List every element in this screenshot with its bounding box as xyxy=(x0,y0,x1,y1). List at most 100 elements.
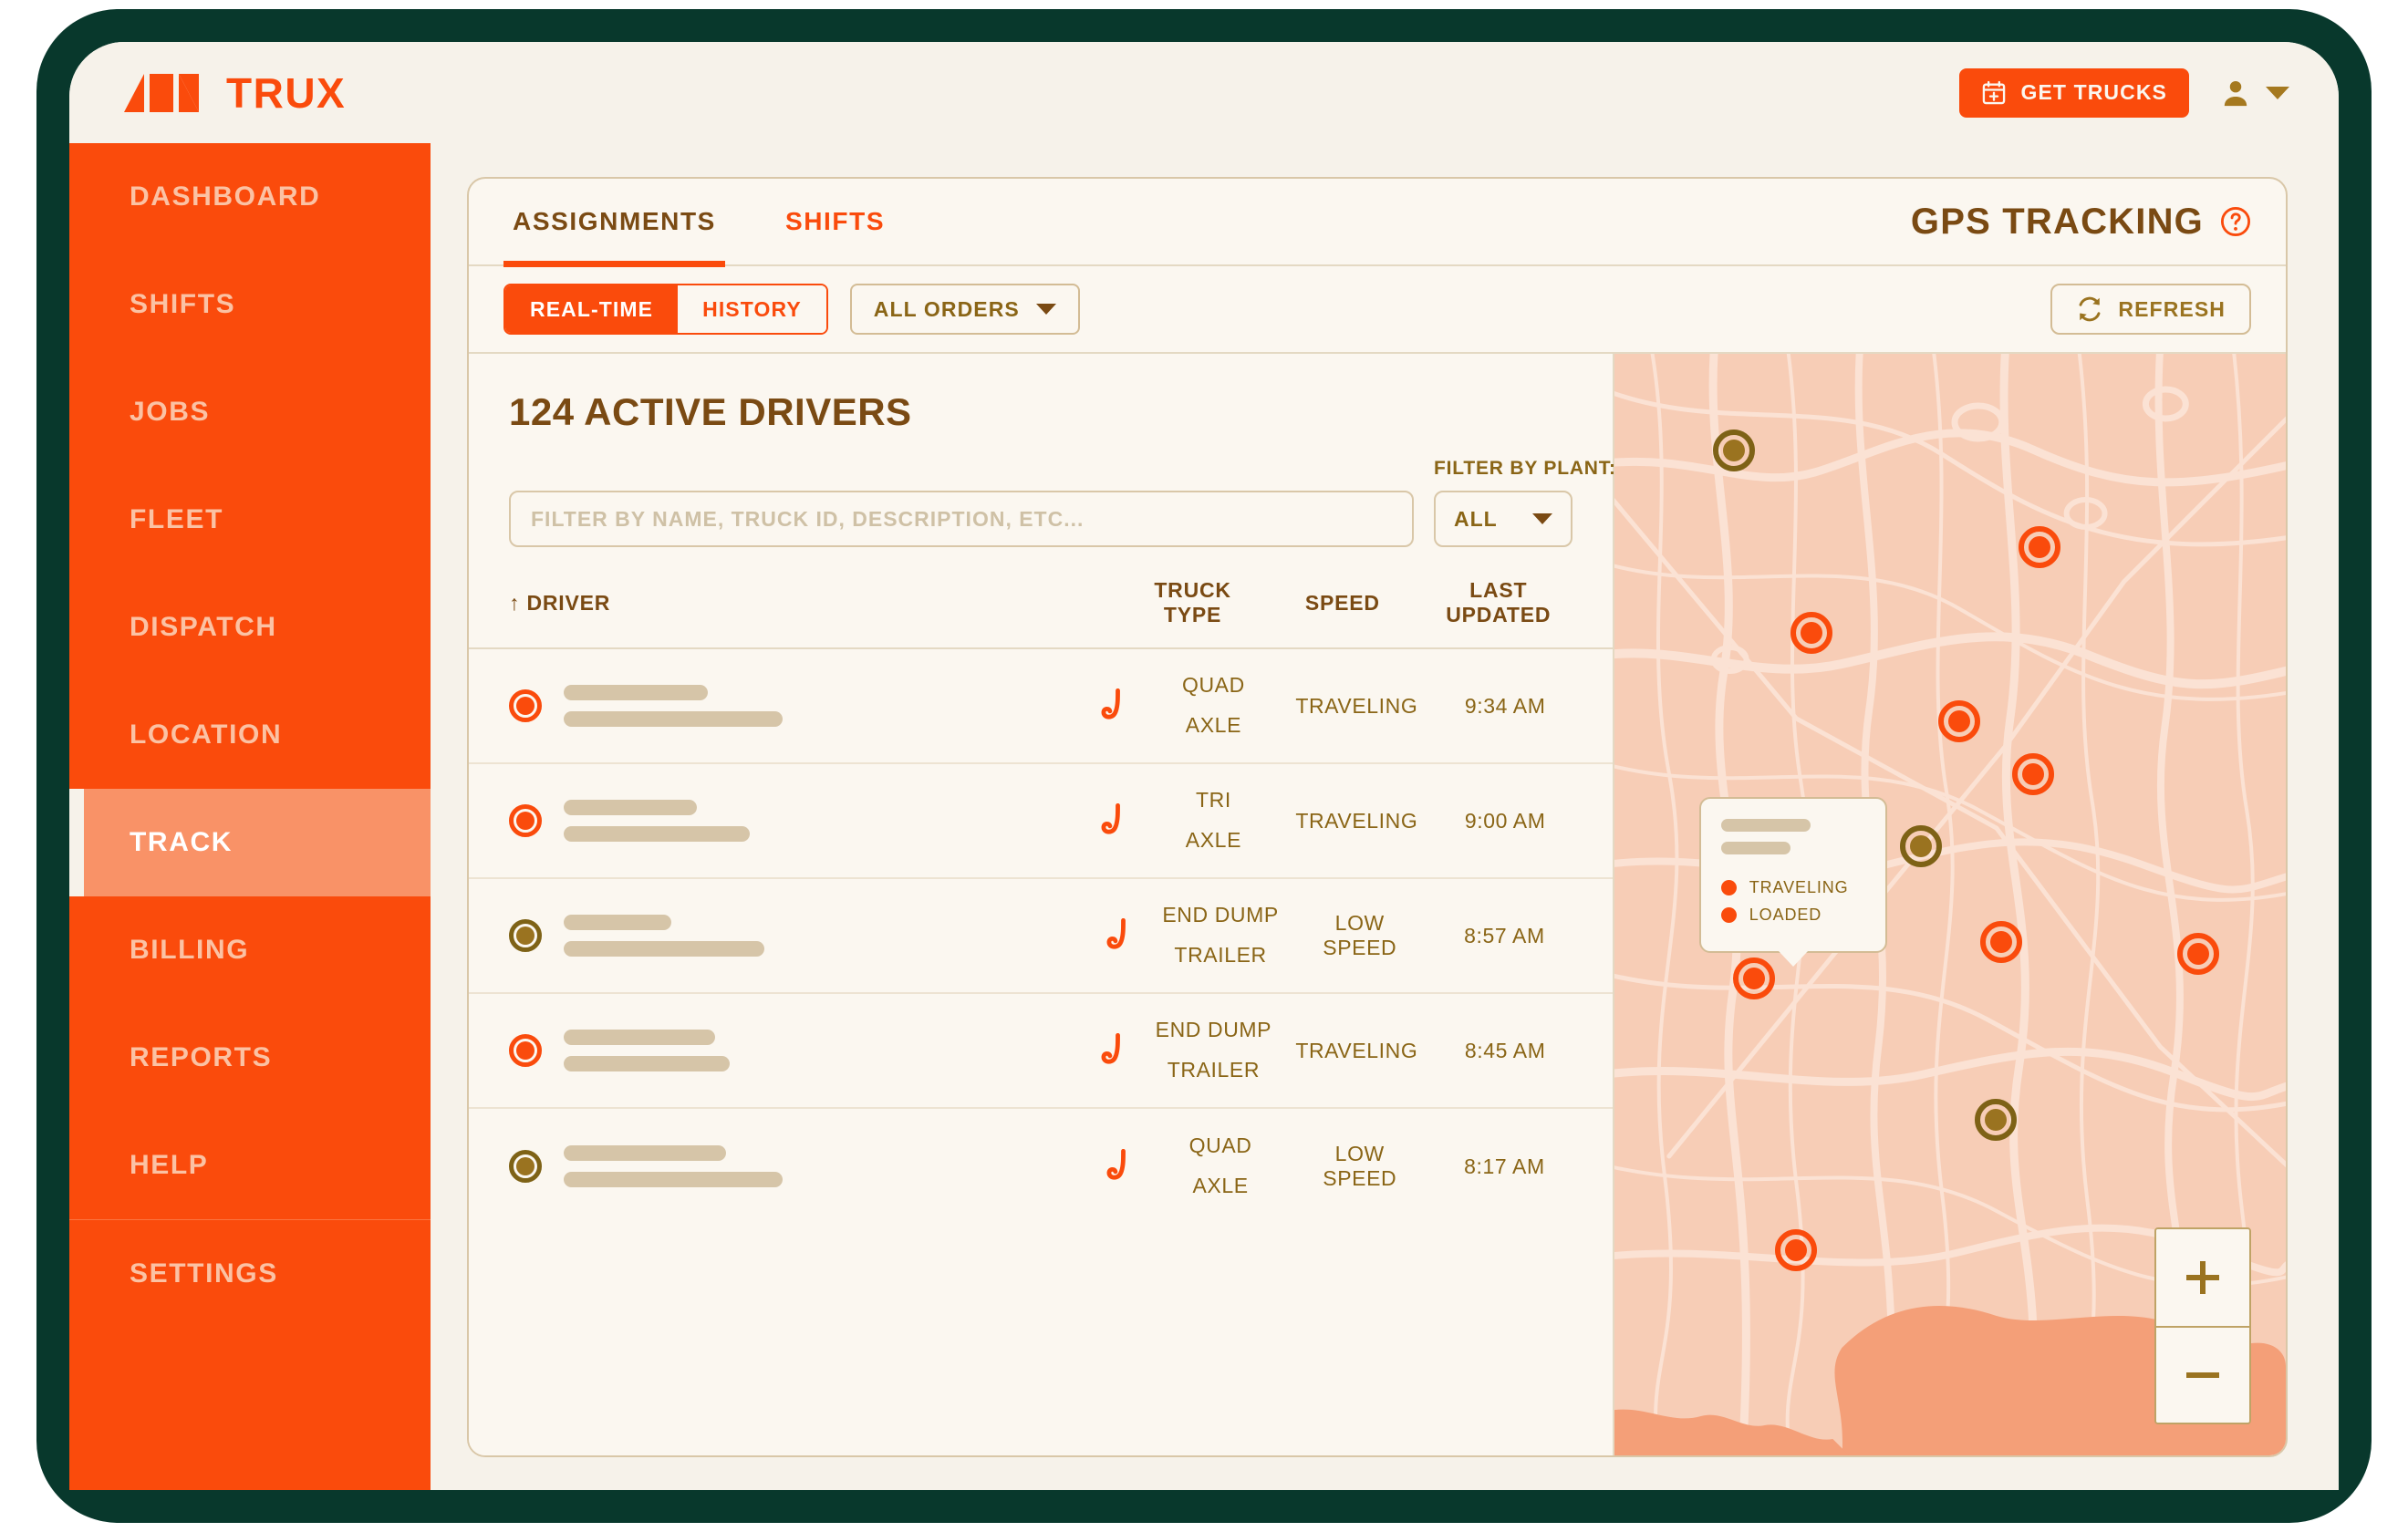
map-marker-traveling[interactable] xyxy=(1938,700,1980,742)
column-header-driver[interactable]: ↑ DRIVER xyxy=(509,591,1126,616)
map-marker-traveling[interactable] xyxy=(1980,921,2022,963)
tab-assignments[interactable]: ASSIGNMENTS xyxy=(503,178,725,265)
driver-list-column: 124 ACTIVE DRIVERS FILTER BY PLANT: ALL xyxy=(469,354,1614,1457)
phone-icon[interactable] xyxy=(1102,918,1133,953)
tab-shifts[interactable]: SHIFTS xyxy=(776,178,894,265)
map-marker-traveling[interactable] xyxy=(2177,933,2219,975)
sidebar-item-label: FLEET xyxy=(130,504,223,535)
page-title-text: GPS TRACKING xyxy=(1911,202,2204,243)
map-zoom-out-button[interactable] xyxy=(2156,1326,2249,1423)
refresh-cycle-icon xyxy=(2076,295,2103,323)
plant-filter: FILTER BY PLANT: ALL xyxy=(1434,458,1572,547)
mode-real-time-button[interactable]: REAL-TIME xyxy=(505,285,678,333)
legend-item-traveling: TRAVELING xyxy=(1721,878,1867,897)
redacted-bar xyxy=(564,711,783,727)
sidebar-item-dashboard[interactable]: DASHBOARD xyxy=(69,143,431,251)
minus-icon xyxy=(2178,1351,2227,1400)
device-frame: TRUX GET TRUCKS xyxy=(36,9,2372,1523)
table-row[interactable]: TRIAXLE TRAVELING 9:00 AM xyxy=(469,764,1613,879)
sidebar-item-billing[interactable]: BILLING xyxy=(69,896,431,1004)
table-header: ↑ DRIVER TRUCK TYPE SPEED LAST UPDATED xyxy=(469,547,1613,649)
map-marker-traveling[interactable] xyxy=(1775,1229,1817,1271)
search-input[interactable] xyxy=(509,491,1414,547)
sidebar-item-reports[interactable]: REPORTS xyxy=(69,1004,431,1112)
phone-icon[interactable] xyxy=(1096,688,1127,723)
popup-bar-2 xyxy=(1721,842,1790,854)
sidebar-item-label: HELP xyxy=(130,1150,208,1181)
driver-cell xyxy=(509,800,1070,842)
column-header-last-updated[interactable]: LAST UPDATED xyxy=(1425,578,1572,627)
sidebar-item-fleet[interactable]: FLEET xyxy=(69,466,431,574)
map-marker-traveling[interactable] xyxy=(1790,612,1832,654)
gps-map[interactable]: TRAVELING LOADED xyxy=(1614,354,2286,1457)
speed-cell: TRAVELING xyxy=(1295,809,1417,833)
map-marker-traveling[interactable] xyxy=(1733,958,1775,999)
last-updated-cell: 8:17 AM xyxy=(1437,1154,1572,1179)
phone-icon[interactable] xyxy=(1096,1033,1127,1068)
top-bar: TRUX GET TRUCKS xyxy=(69,42,2339,143)
sidebar-item-label: BILLING xyxy=(130,935,249,966)
table-row[interactable]: QUADAXLELOW SPEED8:17 AM xyxy=(469,1109,1613,1224)
column-header-speed[interactable]: SPEED xyxy=(1281,591,1404,616)
content-panel: ASSIGNMENTS SHIFTS GPS TRACKING REAL-TIM… xyxy=(467,177,2288,1457)
driver-cell xyxy=(509,1145,1075,1187)
sidebar-item-help[interactable]: HELP xyxy=(69,1112,431,1219)
sidebar-item-dispatch[interactable]: DISPATCH xyxy=(69,574,431,681)
map-marker-traveling[interactable] xyxy=(2012,753,2054,795)
call-driver-cell[interactable] xyxy=(1070,688,1153,723)
legend-dot-icon xyxy=(1721,907,1737,923)
map-driver-popup[interactable]: TRAVELING LOADED xyxy=(1699,797,1887,953)
sidebar-item-shifts[interactable]: SHIFTS xyxy=(69,251,431,358)
driver-status-dot-icon xyxy=(509,689,542,722)
table-row[interactable]: END DUMPTRAILERLOW SPEED8:57 AM xyxy=(469,879,1613,994)
search-wrapper xyxy=(509,491,1414,547)
driver-list-header: 124 ACTIVE DRIVERS FILTER BY PLANT: ALL xyxy=(469,354,1613,547)
sidebar-item-label: DISPATCH xyxy=(130,612,277,643)
user-menu[interactable] xyxy=(2220,78,2289,109)
call-driver-cell[interactable] xyxy=(1075,1149,1159,1184)
sidebar-item-jobs[interactable]: JOBS xyxy=(69,358,431,466)
orders-filter-value: ALL ORDERS xyxy=(874,297,1020,322)
map-marker-loaded[interactable] xyxy=(1900,825,1942,867)
orders-filter-dropdown[interactable]: ALL ORDERS xyxy=(850,284,1080,335)
call-driver-cell[interactable] xyxy=(1075,918,1159,953)
chevron-down-icon xyxy=(2266,87,2289,99)
sidebar-item-settings[interactable]: SETTINGS xyxy=(69,1220,431,1328)
refresh-button[interactable]: REFRESH xyxy=(2050,284,2251,335)
brand-logo[interactable]: TRUX xyxy=(124,68,346,118)
mode-history-button[interactable]: HISTORY xyxy=(678,285,826,333)
sidebar-item-label: SETTINGS xyxy=(130,1258,278,1289)
table-row[interactable]: END DUMPTRAILERTRAVELING8:45 AM xyxy=(469,994,1613,1109)
last-updated-cell: 9:00 AM xyxy=(1438,809,1572,833)
truck-type-cell: QUADAXLE xyxy=(1154,666,1274,745)
truck-type-line-1: QUAD xyxy=(1182,673,1245,697)
sidebar-item-track[interactable]: TRACK xyxy=(69,789,431,896)
table-row[interactable]: QUADAXLETRAVELING9:34 AM xyxy=(469,649,1613,764)
redacted-bar xyxy=(564,685,708,700)
call-driver-cell[interactable] xyxy=(1070,803,1153,838)
plant-filter-value: ALL xyxy=(1454,507,1498,532)
get-trucks-button[interactable]: GET TRUCKS xyxy=(1959,68,2190,118)
trux-chevron-mark-icon xyxy=(124,74,210,112)
map-marker-loaded[interactable] xyxy=(1975,1099,2017,1141)
legend-dot-icon xyxy=(1721,880,1737,895)
call-driver-cell[interactable] xyxy=(1070,1033,1153,1068)
driver-cell xyxy=(509,915,1075,957)
sidebar-item-location[interactable]: LOCATION xyxy=(69,681,431,789)
truck-type-cell: TRIAXLE xyxy=(1154,781,1274,860)
driver-name-redacted xyxy=(564,800,750,842)
question-circle-icon[interactable] xyxy=(2220,206,2251,237)
phone-icon[interactable] xyxy=(1096,803,1127,838)
phone-icon[interactable] xyxy=(1102,1149,1133,1184)
map-zoom-in-button[interactable] xyxy=(2156,1229,2249,1326)
driver-table-body: QUADAXLETRAVELING9:34 AM TRIAXLE TRAVELING… xyxy=(469,649,1613,1224)
map-marker-traveling[interactable] xyxy=(2019,526,2060,568)
truck-type-line-2: AXLE xyxy=(1186,828,1241,852)
redacted-bar xyxy=(564,915,671,930)
map-marker-loaded[interactable] xyxy=(1713,430,1755,471)
sidebar-item-label: REPORTS xyxy=(130,1042,272,1073)
panel-toolbar: REAL-TIME HISTORY ALL ORDERS REFRESH xyxy=(469,266,2286,354)
column-header-truck-type[interactable]: TRUCK TYPE xyxy=(1126,578,1259,627)
truck-type-line-1: QUAD xyxy=(1189,1133,1252,1157)
plant-filter-dropdown[interactable]: ALL xyxy=(1434,491,1572,547)
